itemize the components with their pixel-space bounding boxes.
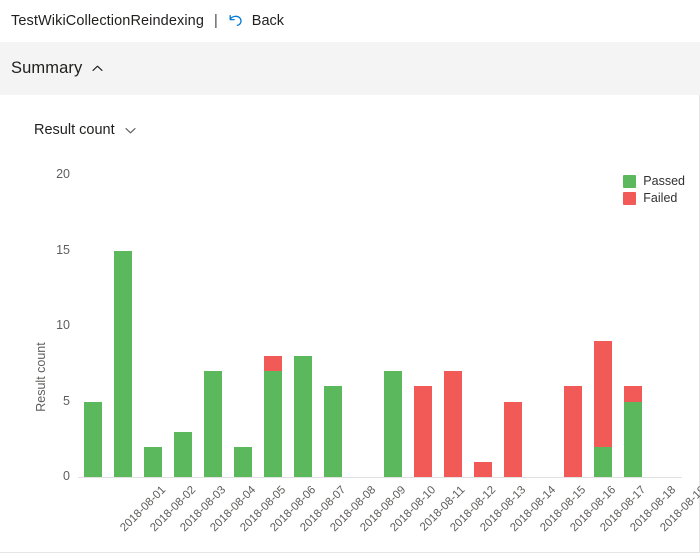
bar-segment-passed[interactable]: [324, 386, 342, 477]
bar-stack[interactable]: [264, 356, 282, 477]
bar-stack[interactable]: [384, 371, 402, 477]
bar-stack[interactable]: [294, 356, 312, 477]
bar-column[interactable]: [228, 95, 258, 477]
bar-column[interactable]: [438, 95, 468, 477]
bar-segment-failed[interactable]: [264, 356, 282, 372]
bar-column[interactable]: [558, 95, 588, 477]
bar-segment-passed[interactable]: [264, 371, 282, 477]
bar-stack[interactable]: [174, 431, 192, 477]
bar-column[interactable]: [198, 95, 228, 477]
breadcrumb-separator: |: [214, 13, 218, 29]
bar-segment-passed[interactable]: [234, 446, 252, 477]
bar-stack[interactable]: [204, 371, 222, 477]
bar-segment-failed[interactable]: [414, 386, 432, 477]
summary-title: Summary: [11, 59, 83, 77]
y-axis-title: Result count: [34, 342, 48, 412]
bar-stack[interactable]: [594, 341, 612, 477]
bar-series-group: [78, 95, 682, 477]
bar-column[interactable]: [528, 95, 558, 477]
y-axis-tick: 10: [56, 318, 70, 332]
bar-column[interactable]: [348, 95, 378, 477]
bar-stack[interactable]: [234, 446, 252, 477]
bar-stack[interactable]: [324, 386, 342, 477]
bar-stack[interactable]: [474, 461, 492, 477]
chart-card: Result count Passed Failed Result count 0…: [0, 95, 700, 553]
bar-segment-passed[interactable]: [174, 431, 192, 477]
bar-segment-failed[interactable]: [594, 341, 612, 447]
chevron-up-icon[interactable]: [91, 62, 104, 75]
bar-column[interactable]: [618, 95, 648, 477]
y-axis-tick: 15: [56, 242, 70, 257]
x-axis-line: [78, 477, 682, 478]
bar-column[interactable]: [498, 95, 528, 477]
bar-segment-failed[interactable]: [564, 386, 582, 477]
bar-segment-failed[interactable]: [444, 371, 462, 477]
bar-segment-passed[interactable]: [594, 446, 612, 477]
page-root: TestWikiCollectionReindexing | Back Summ…: [0, 0, 700, 553]
bar-segment-failed[interactable]: [474, 461, 492, 477]
bar-stack[interactable]: [564, 386, 582, 477]
bar-column[interactable]: [108, 95, 138, 477]
bar-column[interactable]: [318, 95, 348, 477]
summary-section-header[interactable]: Summary: [0, 42, 700, 95]
bar-column[interactable]: [588, 95, 618, 477]
back-button[interactable]: Back: [227, 13, 284, 30]
bar-column[interactable]: [168, 95, 198, 477]
bar-segment-passed[interactable]: [84, 401, 102, 477]
back-arrow-icon: [227, 13, 244, 30]
bar-stack[interactable]: [624, 386, 642, 477]
y-axis-tick: 5: [63, 393, 70, 408]
back-label: Back: [251, 13, 285, 29]
bar-segment-passed[interactable]: [144, 446, 162, 477]
bar-segment-passed[interactable]: [384, 371, 402, 477]
bar-segment-passed[interactable]: [204, 371, 222, 477]
bar-column[interactable]: [288, 95, 318, 477]
bar-segment-passed[interactable]: [294, 356, 312, 477]
bar-segment-passed[interactable]: [624, 401, 642, 477]
bar-column[interactable]: [78, 95, 108, 477]
bar-segment-passed[interactable]: [114, 250, 132, 477]
bar-segment-failed[interactable]: [504, 401, 522, 477]
chart-plot-area: Result count 0 5 10 15 20 2018-08-01 2018-08-…: [0, 95, 700, 553]
bar-column[interactable]: [408, 95, 438, 477]
bar-column[interactable]: [378, 95, 408, 477]
bar-column[interactable]: [258, 95, 288, 477]
bar-stack[interactable]: [144, 446, 162, 477]
bar-segment-failed[interactable]: [624, 386, 642, 402]
bar-column[interactable]: [468, 95, 498, 477]
y-axis-tick: 20: [56, 167, 70, 181]
bar-stack[interactable]: [414, 386, 432, 477]
bar-stack[interactable]: [84, 401, 102, 477]
page-title: TestWikiCollectionReindexing: [11, 13, 204, 29]
bar-stack[interactable]: [504, 401, 522, 477]
bar-column[interactable]: [138, 95, 168, 477]
bar-stack[interactable]: [444, 371, 462, 477]
y-axis-tick: 0: [63, 469, 70, 483]
bar-stack[interactable]: [114, 250, 132, 477]
topbar: TestWikiCollectionReindexing | Back: [0, 0, 700, 42]
